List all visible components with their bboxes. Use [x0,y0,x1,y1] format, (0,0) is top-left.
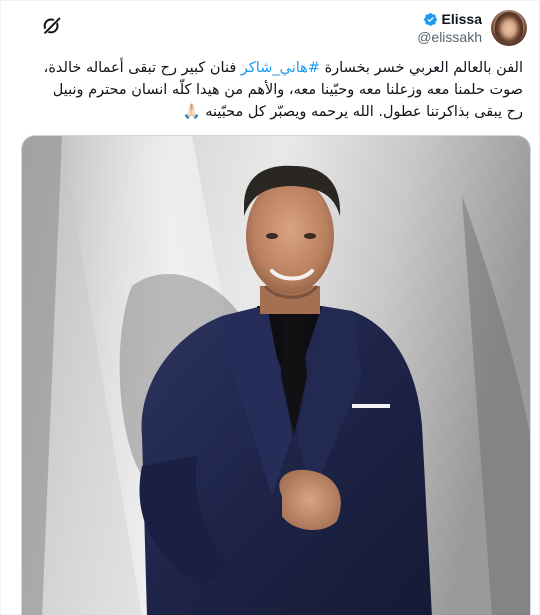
tweet-photo[interactable] [21,135,531,615]
tweet-line-3: رح يبقى بذاكرتنا عطول. الله يرحمه ويصبّر… [182,104,523,120]
verified-badge-icon [423,12,437,26]
name-row: Elissa [417,11,482,27]
grok-icon[interactable] [41,14,63,36]
tweet-header: Elissa @elissakh [1,7,539,51]
display-name[interactable]: Elissa [442,11,482,27]
portrait-photo [22,136,530,615]
tweet-line-1-start: الفن بالعالم العربي خسر بخسارة [319,60,523,76]
hashtag-link[interactable]: #هاني_شاكر [241,60,320,76]
tweet-text: الفن بالعالم العربي خسر بخسارة #هاني_شاك… [17,57,523,123]
tweet-line-1: الفن بالعالم العربي خسر بخسارة #هاني_شاك… [17,57,523,79]
user-info[interactable]: Elissa @elissakh [417,11,482,45]
tweet-line-2: صوت حلمنا معه وزعلنا معه وحبّينا معه، وا… [52,82,523,98]
tweet-line-1-end: فنان كبير رح تبقى أعماله خالدة، [43,60,241,76]
avatar[interactable] [491,10,527,46]
tweet-card: Elissa @elissakh الفن بالعالم العربي خسر… [0,0,540,615]
user-handle[interactable]: @elissakh [417,29,482,45]
avatar-photo [495,12,523,42]
